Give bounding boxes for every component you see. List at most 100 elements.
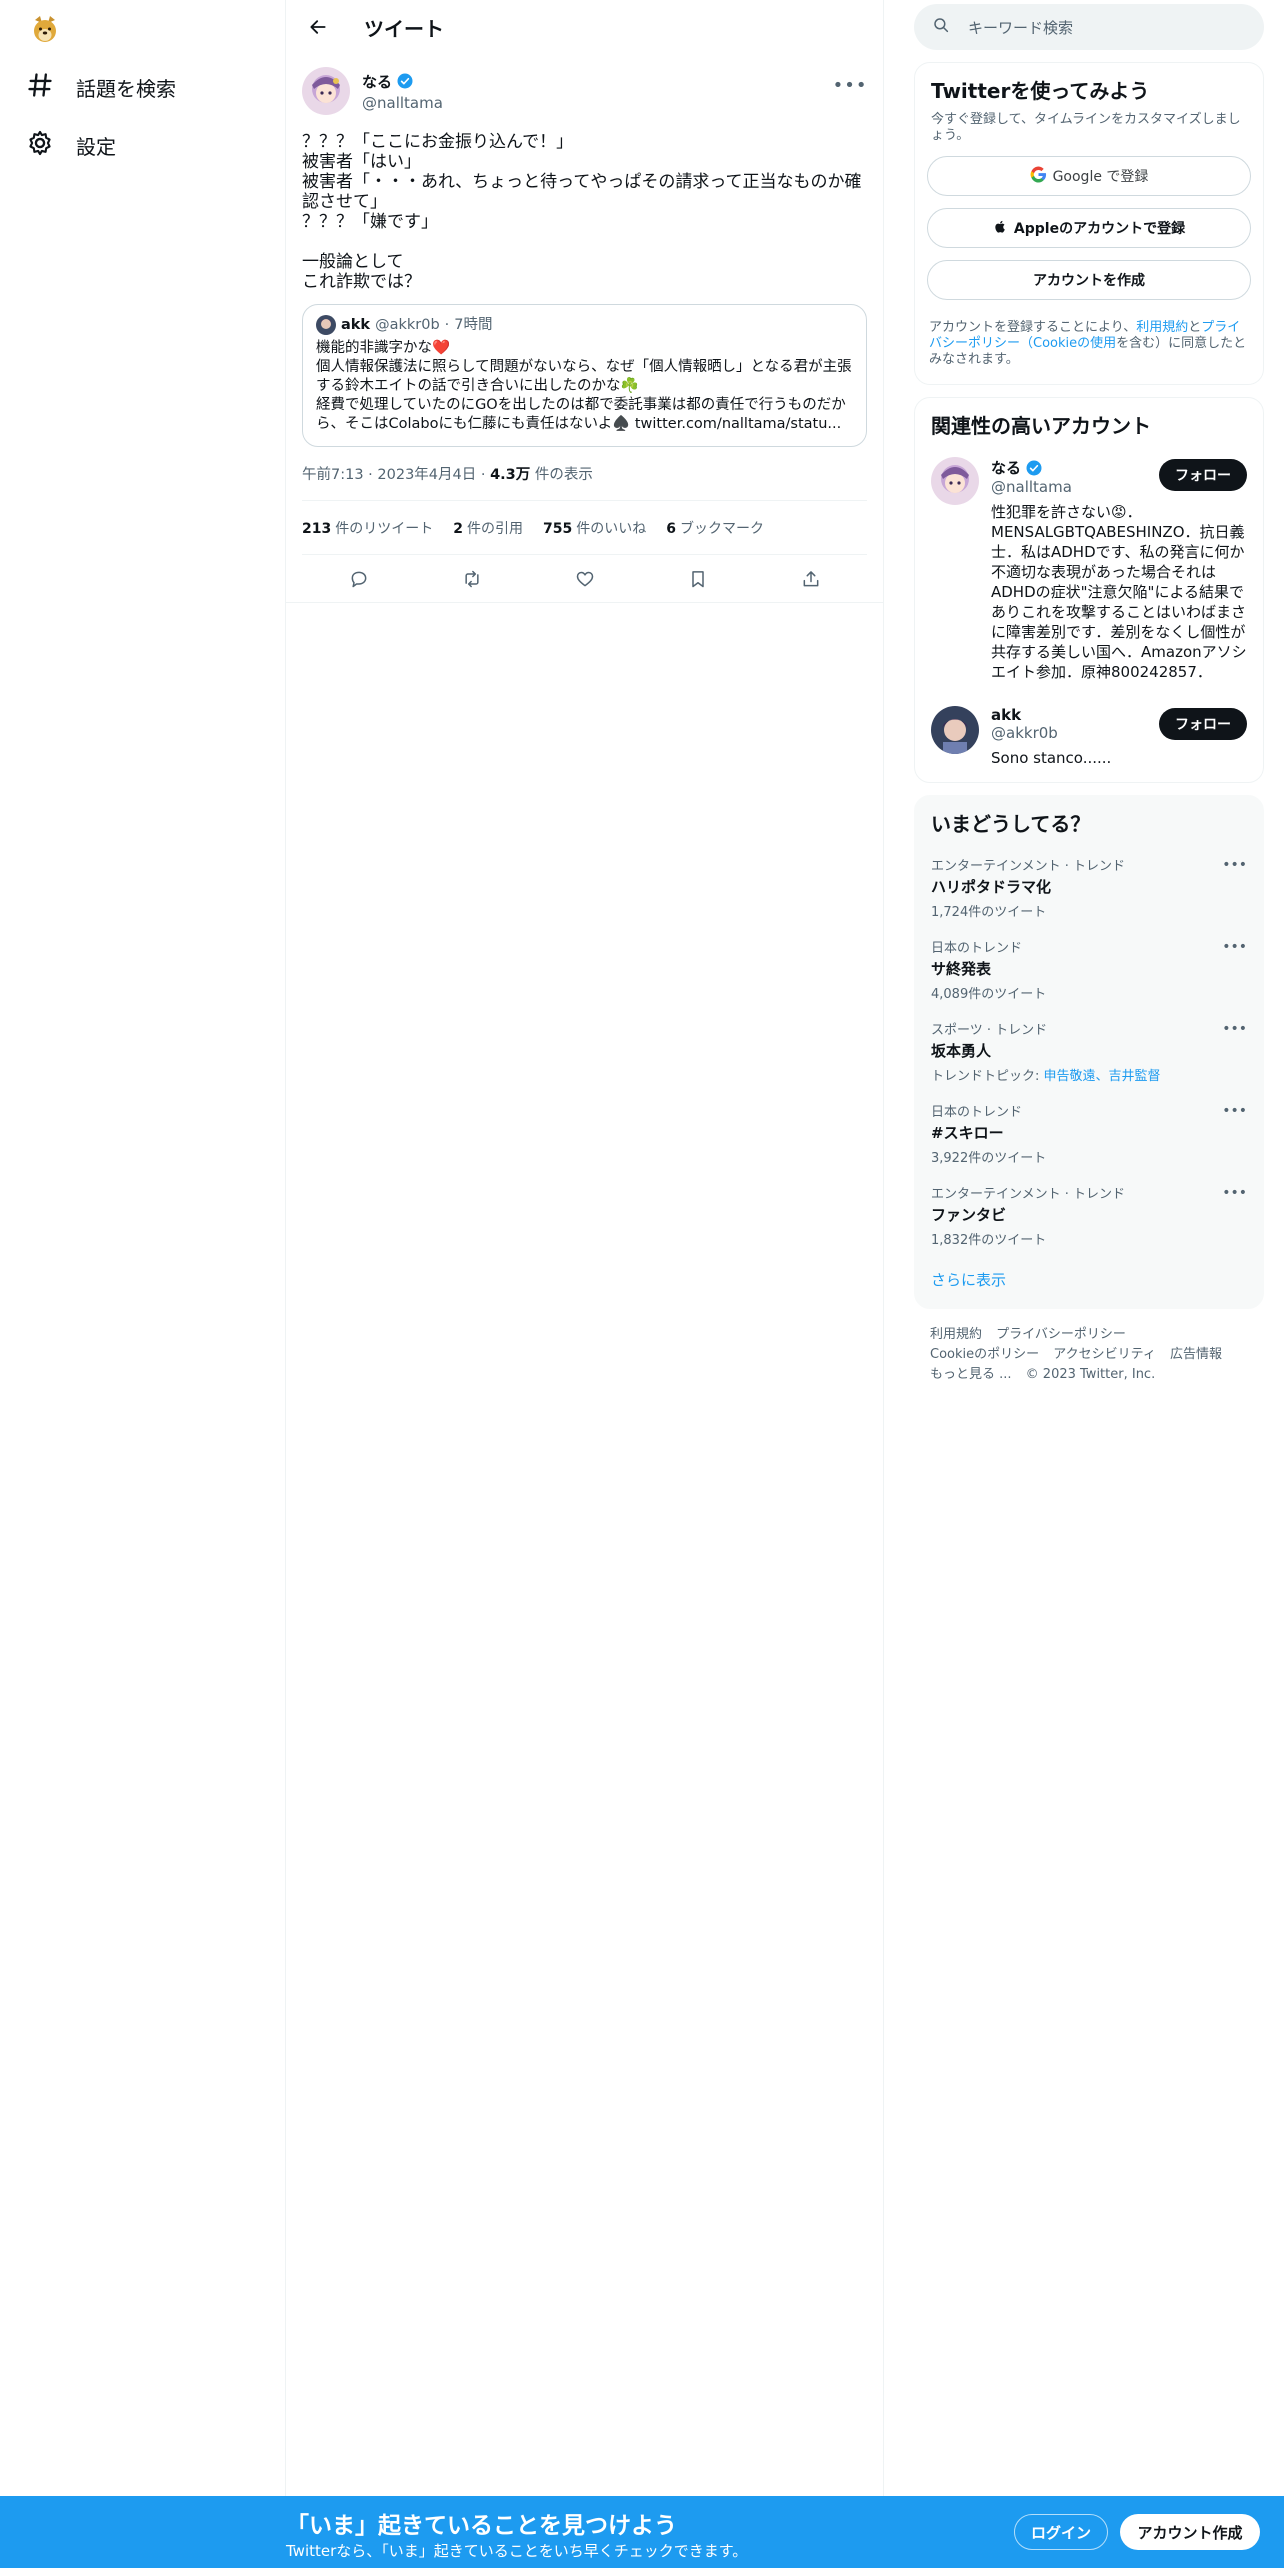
likes-stat[interactable]: 755 件のいいね <box>543 518 646 538</box>
retweet-icon[interactable] <box>454 561 490 597</box>
follow-button[interactable]: フォロー <box>1159 459 1247 491</box>
avatar[interactable] <box>931 706 979 754</box>
more-options-icon[interactable]: ••• <box>1222 939 1247 955</box>
quotes-stat[interactable]: 2 件の引用 <box>453 518 523 538</box>
back-arrow-icon[interactable] <box>300 9 336 45</box>
main-column: ツイート なる @nalltama ••• ？？？「ここにお金振り込んで！」 被… <box>286 0 884 2496</box>
trend-item[interactable]: 日本のトレンド サ終発表 4,089件のツイート ••• <box>915 925 1263 1007</box>
page-title: ツイート <box>364 16 444 41</box>
trend-item[interactable]: 日本のトレンド #スキロー 3,922件のツイート ••• <box>915 1089 1263 1171</box>
signup-terms: アカウントを登録することにより、利用規約とプライバシーポリシー（Cookieの使… <box>915 300 1263 384</box>
tweet-stats: 213 件のリツイート 2 件の引用 755 件のいいね 6 ブックマーク <box>302 501 867 555</box>
doge-logo-icon[interactable] <box>30 14 60 44</box>
google-signup-label: Google で登録 <box>1052 169 1149 185</box>
show-more-link[interactable]: さらに表示 <box>915 1253 1263 1308</box>
trend-topic-link[interactable]: 申告敬遠、吉井監督 <box>1044 1069 1161 1084</box>
trend-category: 日本のトレンド <box>931 1105 1023 1120</box>
verified-badge-icon <box>397 73 413 89</box>
follow-button[interactable]: フォロー <box>1159 708 1247 740</box>
trend-category: エンターテインメント · トレンド <box>931 859 1126 874</box>
author-name[interactable]: なる <box>362 71 392 92</box>
search-input[interactable]: キーワード検索 <box>914 4 1264 50</box>
trend-title: サ終発表 <box>931 960 992 978</box>
create-account-label: アカウントを作成 <box>1033 273 1145 289</box>
heart-icon[interactable] <box>567 561 603 597</box>
more-options-icon[interactable]: ••• <box>1222 1021 1247 1037</box>
quote-text-2: 個人情報保護法に照らして問題がないなら、なぜ「個人情報晒し」となる君が主張する鈴… <box>316 359 852 394</box>
banner-subtitle: Twitterなら、「いま」起きていることをいち早くチェックできます。 <box>286 2542 748 2560</box>
footer-link-accessibility[interactable]: アクセシビリティ <box>1053 1347 1156 1362</box>
share-icon[interactable] <box>793 561 829 597</box>
google-signup-button[interactable]: Google で登録 <box>927 156 1251 196</box>
tweet-time[interactable]: 午前7:13 <box>302 467 364 483</box>
hashtag-icon <box>26 71 54 104</box>
quoted-tweet[interactable]: akk @akkr0b · 7時間 機能的非識字かな❤️ 個人情報保護法に照らし… <box>302 304 867 447</box>
trend-title: 坂本勇人 <box>931 1042 992 1060</box>
login-banner: 「いま」起きていることを見つけよう Twitterなら、「いま」起きていることを… <box>0 2496 1284 2568</box>
account-name: akk <box>991 706 1022 724</box>
author-handle[interactable]: @nalltama <box>362 94 443 112</box>
tweet-actions <box>286 555 883 603</box>
apple-signup-label: Appleのアカウントで登録 <box>1013 221 1186 237</box>
tweet-meta: 午前7:13 · 2023年4月4日 · 4.3万 件の表示 <box>302 463 867 501</box>
more-options-icon[interactable]: ••• <box>833 68 867 102</box>
login-button[interactable]: ログイン <box>1014 2514 1108 2550</box>
footer-link-cookie[interactable]: Cookieのポリシー <box>930 1347 1039 1362</box>
trend-item[interactable]: スポーツ · トレンド 坂本勇人 トレンドトピック: 申告敬遠、吉井監督 ••• <box>915 1007 1263 1089</box>
bookmark-icon[interactable] <box>680 561 716 597</box>
footer-link-more[interactable]: もっと見る ... <box>930 1367 1012 1382</box>
tweet-date[interactable]: 2023年4月4日 <box>377 467 476 483</box>
tweet: なる @nalltama ••• ？？？「ここにお金振り込んで！」 被害者「はい… <box>286 54 883 603</box>
right-sidebar: キーワード検索 Twitterを使ってみよう 今すぐ登録して、タイムラインをカス… <box>914 0 1264 1401</box>
signup-button[interactable]: アカウント作成 <box>1120 2514 1260 2550</box>
trends-title: いまどうしてる？ <box>931 812 1091 836</box>
nav-settings-label: 設定 <box>76 134 116 159</box>
trend-count: 3,922件のツイート <box>931 1151 1047 1166</box>
search-placeholder: キーワード検索 <box>968 18 1074 37</box>
footer-link-terms[interactable]: 利用規約 <box>930 1327 982 1342</box>
gear-icon <box>26 129 54 162</box>
quote-time: 7時間 <box>454 316 493 333</box>
apple-signup-button[interactable]: Appleのアカウントで登録 <box>927 208 1251 248</box>
create-account-button[interactable]: アカウントを作成 <box>927 260 1251 300</box>
trend-item[interactable]: エンターテインメント · トレンド ハリポタドラマ化 1,724件のツイート •… <box>915 843 1263 925</box>
tweet-author: なる @nalltama ••• <box>302 64 867 118</box>
meta-separator: · <box>368 467 373 483</box>
retweets-stat[interactable]: 213 件のリツイート <box>302 518 433 538</box>
more-options-icon[interactable]: ••• <box>1222 1103 1247 1119</box>
trend-title: #スキロー <box>931 1124 1004 1142</box>
banner-title: 「いま」起きていることを見つけよう <box>286 2513 677 2539</box>
quote-separator: · <box>444 316 450 333</box>
trend-category: エンターテインメント · トレンド <box>931 1187 1126 1202</box>
left-sidebar: 話題を検索 設定 <box>0 0 286 2496</box>
avatar[interactable] <box>931 457 979 505</box>
more-options-icon[interactable]: ••• <box>1222 1185 1247 1201</box>
reply-icon[interactable] <box>341 561 377 597</box>
trends-card: いまどうしてる？ エンターテインメント · トレンド ハリポタドラマ化 1,72… <box>914 795 1264 1309</box>
trend-item[interactable]: エンターテインメント · トレンド ファンタビ 1,832件のツイート ••• <box>915 1171 1263 1253</box>
trend-count: 4,089件のツイート <box>931 987 1047 1002</box>
footer-copyright: © 2023 Twitter, Inc. <box>1025 1367 1156 1382</box>
account-item[interactable]: なる @nalltama 性犯罪を許さない😡．MENSALGBTQABESHIN… <box>915 445 1263 694</box>
trend-count: トレンドトピック: 申告敬遠、吉井監督 <box>931 1069 1161 1084</box>
verified-badge-icon <box>1026 460 1042 475</box>
more-options-icon[interactable]: ••• <box>1222 857 1247 873</box>
quote-author-name: akk <box>341 316 371 333</box>
relevant-accounts-card: 関連性の高いアカウント なる @nalltama 性犯罪を許さない😡．MENSA… <box>914 397 1264 783</box>
bookmarks-stat[interactable]: 6 ブックマーク <box>666 518 764 538</box>
quote-text-1: 機能的非識字かな❤️ <box>316 340 451 356</box>
signup-card: Twitterを使ってみよう 今すぐ登録して、タイムラインをカスタマイズしましょ… <box>914 62 1264 385</box>
avatar[interactable] <box>302 67 350 115</box>
footer-link-privacy[interactable]: プライバシーポリシー <box>996 1327 1126 1342</box>
search-icon <box>932 16 950 38</box>
terms-and: と <box>1188 320 1202 335</box>
relevant-title: 関連性の高いアカウント <box>931 414 1151 438</box>
trend-title: ハリポタドラマ化 <box>931 878 1052 896</box>
footer-link-ads[interactable]: 広告情報 <box>1170 1347 1222 1362</box>
nav-explore[interactable]: 話題を検索 <box>26 62 176 112</box>
nav-settings[interactable]: 設定 <box>26 120 116 170</box>
account-item[interactable]: akk @akkr0b Sono stanco...... フォロー <box>915 694 1263 782</box>
terms-link[interactable]: 利用規約 <box>1136 320 1188 335</box>
cookie-link[interactable]: （Cookieの使用 <box>1020 336 1116 351</box>
google-icon <box>1030 165 1047 187</box>
